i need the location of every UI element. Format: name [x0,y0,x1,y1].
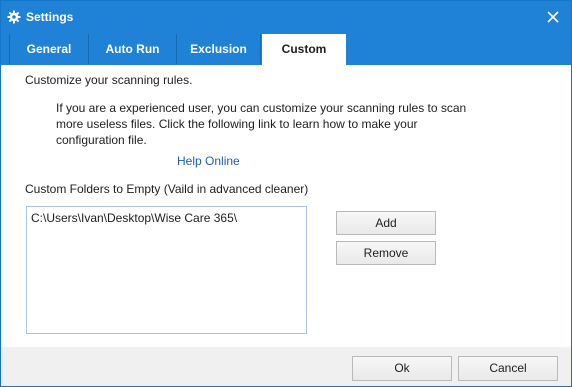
tab-custom[interactable]: Custom [262,34,346,65]
tab-exclusion[interactable]: Exclusion [177,34,261,64]
ok-button[interactable]: Ok [352,356,452,381]
window-title: Settings [26,10,74,24]
panel-description: If you are a experienced user, you can c… [56,101,467,147]
gear-icon [7,10,21,24]
tab-auto-run[interactable]: Auto Run [89,34,177,64]
settings-dialog: Settings General Auto Run Exclusion Cust… [0,0,572,387]
dialog-footer: Ok Cancel [1,347,571,386]
custom-folders-label: Custom Folders to Empty (Vaild in advanc… [25,182,309,196]
tab-general[interactable]: General [9,34,89,64]
close-icon[interactable] [545,9,561,25]
help-online-link[interactable]: Help Online [177,154,240,168]
list-item[interactable]: C:\Users\Ivan\Desktop\Wise Care 365\ [31,211,237,225]
custom-panel: Customize your scanning rules. If you ar… [1,65,571,347]
tab-bar: General Auto Run Exclusion Custom [1,34,571,65]
title-bar: Settings [1,1,571,34]
custom-folders-list[interactable]: C:\Users\Ivan\Desktop\Wise Care 365\ [26,206,307,334]
cancel-button[interactable]: Cancel [458,356,558,381]
remove-button[interactable]: Remove [336,241,436,265]
panel-heading: Customize your scanning rules. [25,73,193,87]
add-button[interactable]: Add [336,211,436,235]
